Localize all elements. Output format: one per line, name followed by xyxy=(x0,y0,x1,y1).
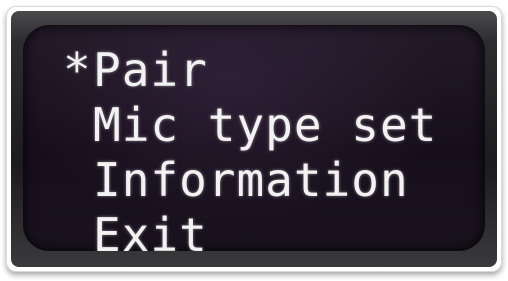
selection-cursor: * xyxy=(63,43,92,97)
menu-item-exit[interactable]: Exit xyxy=(63,208,437,251)
device-bezel: *Pair Mic type set Information Exit xyxy=(11,11,497,267)
menu-item-information[interactable]: Information xyxy=(63,153,437,208)
menu-item-label: Pair xyxy=(93,43,208,97)
lcd-screen: *Pair Mic type set Information Exit xyxy=(23,25,485,251)
menu-list: *Pair Mic type set Information Exit xyxy=(63,43,437,251)
menu-item-label: Mic type set xyxy=(93,98,438,152)
menu-item-pair[interactable]: *Pair xyxy=(63,43,437,98)
photo-frame: *Pair Mic type set Information Exit xyxy=(6,6,502,272)
menu-item-label: Information xyxy=(93,153,409,207)
menu-item-label: Exit xyxy=(93,208,208,251)
menu-item-mic-type-set[interactable]: Mic type set xyxy=(63,98,437,153)
